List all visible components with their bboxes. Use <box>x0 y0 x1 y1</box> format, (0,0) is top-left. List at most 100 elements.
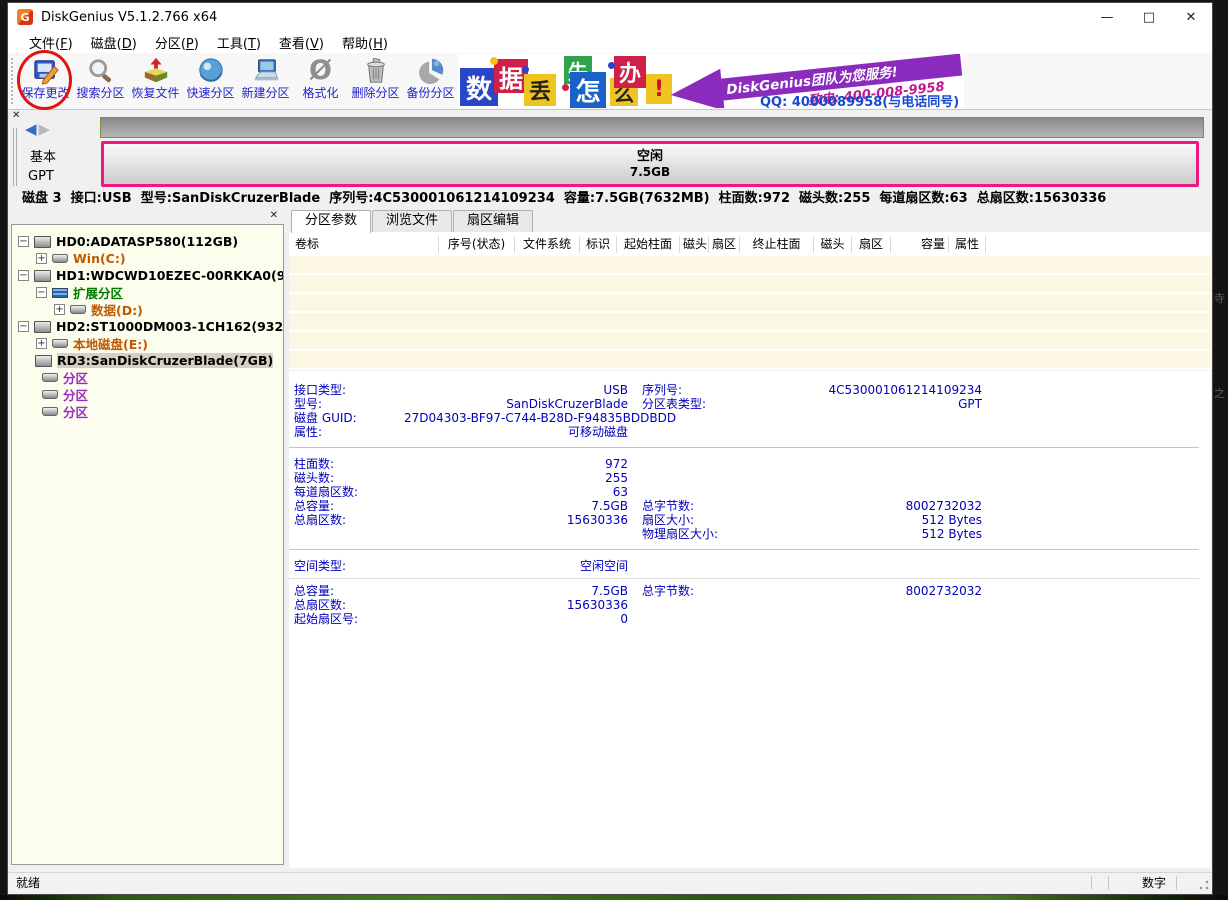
tree-item-win-c[interactable]: +Win(C:) <box>36 250 283 267</box>
tree-item-hd0[interactable]: −HD0:ADATASP580(112GB) <box>18 233 283 250</box>
minimize-button[interactable]: — <box>1086 3 1128 31</box>
title-bar: G DiskGenius V5.1.2.766 x64 — □ ✕ <box>8 3 1212 31</box>
disk-tree-panel: ✕ −HD0:ADATASP580(112GB) +Win(C:) −HD1:W… <box>9 210 286 868</box>
maximize-button[interactable]: □ <box>1128 3 1170 31</box>
window-title: DiskGenius V5.1.2.766 x64 <box>41 10 217 25</box>
partition-overview-band: ✕ ◀▶ 基本 GPT 空闲 7.5GB <box>8 110 1206 188</box>
collapse-icon[interactable]: − <box>36 287 47 298</box>
trash-icon <box>361 56 391 86</box>
menu-file[interactable]: 文件(F) <box>20 33 82 52</box>
toolbar: 保存更改 搜索分区 恢复文件 快速分区 <box>8 53 1212 110</box>
disk-overview-strip[interactable] <box>100 117 1204 138</box>
panel-close-icon[interactable]: ✕ <box>12 110 20 121</box>
disk-icon <box>34 321 51 333</box>
banner-dot <box>490 57 498 65</box>
menu-bar: 文件(F) 磁盘(D) 分区(P) 工具(T) 查看(V) 帮助(H) <box>8 31 1212 53</box>
partition-table-header: 卷标 序号(状态) 文件系统 标识 起始柱面 磁头 扇区 终止柱面 磁头 扇区 … <box>289 232 1211 256</box>
search-partition-button[interactable]: 搜索分区 <box>73 55 128 108</box>
disk-summary-line: 磁盘 3 接口:USB 型号:SanDiskCruzerBlade 序列号:4C… <box>8 188 1212 210</box>
new-partition-button[interactable]: 新建分区 <box>238 55 293 108</box>
app-logo-icon: G <box>17 9 33 25</box>
disk-details: 接口类型:USB序列号:4C530001061214109234 型号:SanD… <box>289 371 1211 868</box>
disc-globe-icon <box>196 56 226 86</box>
empty-partition-rows[interactable] <box>289 256 1211 371</box>
partition-block-name: 空闲 <box>104 148 1196 165</box>
disk-icon <box>34 270 51 282</box>
save-changes-icon <box>31 56 61 86</box>
magnifier-icon <box>86 56 116 86</box>
close-button[interactable]: ✕ <box>1170 3 1212 31</box>
nav-back-icon[interactable]: ◀ <box>25 120 39 138</box>
menu-partition[interactable]: 分区(P) <box>146 33 208 52</box>
banner-tile: 丢 <box>524 74 556 106</box>
disk-icon <box>34 236 51 248</box>
panel-gripper[interactable] <box>13 128 17 186</box>
banner-tile: 据 <box>494 59 528 93</box>
status-divider <box>1108 876 1109 890</box>
panel-close-icon[interactable]: ✕ <box>270 210 278 221</box>
disk-tree: −HD0:ADATASP580(112GB) +Win(C:) −HD1:WDC… <box>11 224 284 865</box>
disk-icon <box>35 355 52 367</box>
expand-icon[interactable]: + <box>36 338 47 349</box>
tree-item-hd1[interactable]: −HD1:WDCWD10EZEC-00RKKA0(932GB) <box>18 267 283 284</box>
tree-item-partition-2[interactable]: 分区 <box>42 386 283 403</box>
save-changes-button[interactable]: 保存更改 <box>18 55 73 108</box>
collapse-icon[interactable]: − <box>18 236 29 247</box>
desktop-wallpaper-strip <box>0 895 1228 900</box>
tree-panel-header: ✕ <box>9 210 286 224</box>
volume-icon <box>70 305 86 314</box>
status-divider <box>1091 876 1092 890</box>
laptop-icon <box>251 56 281 86</box>
tree-item-partition-3[interactable]: 分区 <box>42 403 283 420</box>
ad-banner[interactable]: 数 据 丢 失 怎 么 办 ! DiskGenius团队为您服务! 致电: 40… <box>458 54 964 108</box>
tab-browse-files[interactable]: 浏览文件 <box>372 210 452 232</box>
section-divider <box>289 447 1199 449</box>
tree-item-partition-1[interactable]: 分区 <box>42 369 283 386</box>
delete-partition-button[interactable]: 删除分区 <box>348 55 403 108</box>
desktop-icon-text: 之 <box>1214 385 1225 401</box>
expand-icon[interactable]: + <box>54 304 65 315</box>
collapse-icon[interactable]: − <box>18 321 29 332</box>
toolbar-gripper[interactable] <box>11 58 15 104</box>
tree-item-rd3-selected[interactable]: RD3:SanDiskCruzerBlade(7GB) <box>35 352 283 369</box>
banner-dot <box>608 62 615 69</box>
menu-help[interactable]: 帮助(H) <box>333 33 397 52</box>
selected-free-partition-block[interactable]: 空闲 7.5GB <box>101 141 1199 187</box>
quick-partition-button[interactable]: 快速分区 <box>183 55 238 108</box>
tab-partition-parameters[interactable]: 分区参数 <box>291 210 371 233</box>
collapse-icon[interactable]: − <box>18 270 29 281</box>
resize-grip[interactable] <box>1199 880 1209 890</box>
menu-view[interactable]: 查看(V) <box>270 33 333 52</box>
pie-segments-icon <box>416 56 446 86</box>
format-slashed-o-icon: Ø <box>306 56 336 86</box>
view-label-gpt[interactable]: GPT <box>28 169 54 184</box>
recover-box-arrow-icon <box>141 56 171 86</box>
view-label-basic[interactable]: 基本 <box>30 146 56 165</box>
volume-icon <box>42 407 58 416</box>
backup-partition-button[interactable]: 备份分区 <box>403 55 458 108</box>
sub-divider <box>289 578 1199 579</box>
expand-icon[interactable]: + <box>36 253 47 264</box>
banner-arrow-graphic: DiskGenius团队为您服务! 致电: 400-008-9958 QQ: 4… <box>664 54 964 108</box>
tree-item-extended-partition[interactable]: −扩展分区 <box>36 284 283 301</box>
extended-partition-icon <box>52 288 68 298</box>
tree-item-hd2[interactable]: −HD2:ST1000DM003-1CH162(932GB) <box>18 318 283 335</box>
diskgenius-window: G DiskGenius V5.1.2.766 x64 — □ ✕ 文件(F) … <box>7 2 1213 895</box>
volume-icon <box>42 390 58 399</box>
tab-sector-editor[interactable]: 扇区编辑 <box>453 210 533 232</box>
format-button[interactable]: Ø 格式化 <box>293 55 348 108</box>
nav-forward-icon[interactable]: ▶ <box>39 120 53 138</box>
banner-tile: 怎 <box>570 72 606 108</box>
menu-disk[interactable]: 磁盘(D) <box>82 33 146 52</box>
volume-icon <box>42 373 58 382</box>
menu-tools[interactable]: 工具(T) <box>208 33 270 52</box>
status-divider <box>1176 876 1177 890</box>
tree-item-data-d[interactable]: +数据(D:) <box>54 301 283 318</box>
section-divider <box>289 549 1199 551</box>
banner-qq: QQ: 4000089958(与电话同号) <box>760 94 959 108</box>
volume-icon <box>52 339 68 348</box>
status-bar: 就绪 数字 <box>8 872 1212 893</box>
recover-files-button[interactable]: 恢复文件 <box>128 55 183 108</box>
numlock-indicator: 数字 <box>1142 873 1166 893</box>
tree-item-local-disk-e[interactable]: +本地磁盘(E:) <box>36 335 283 352</box>
